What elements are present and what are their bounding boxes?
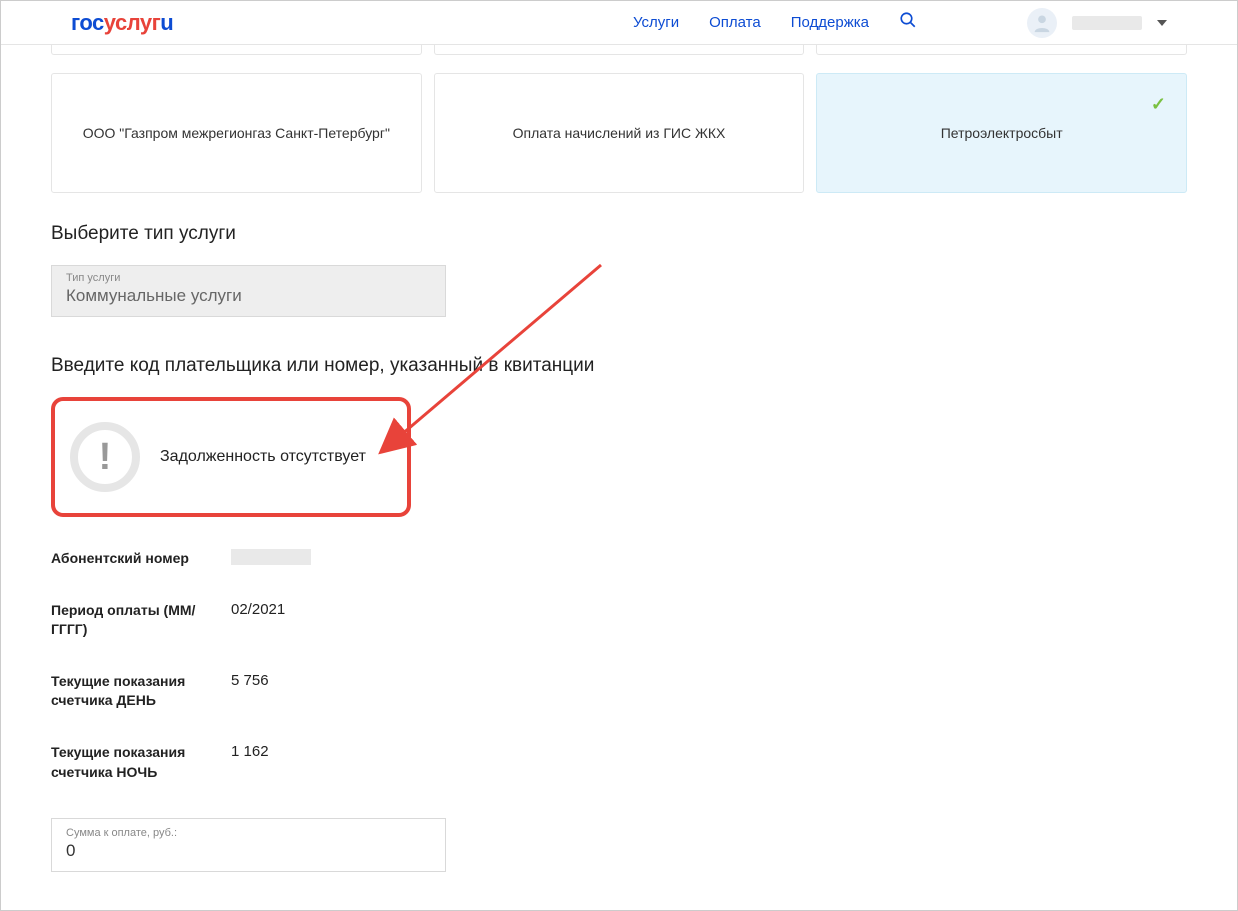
provider-label: ООО "Газпром межрегионгаз Санкт-Петербур… [83,125,390,141]
nav: Услуги Оплата Поддержка [633,11,917,34]
section-choose-type: Выберите тип услуги [51,223,1187,245]
provider-label: Петроэлектросбыт [941,125,1063,141]
amount-value: 0 [66,841,431,861]
alert-icon: ! [70,422,140,492]
header: госуслугu Услуги Оплата Поддержка [1,1,1237,45]
info-period: Период оплаты (ММ/ГГГГ) 02/2021 [51,601,1187,640]
amount-label: Сумма к оплате, руб.: [66,827,431,839]
no-debt-alert: ! Задолженность отсутствует [51,397,411,517]
providers-row: ООО "Газпром межрегионгаз Санкт-Петербур… [51,73,1187,193]
providers-row-prev-partial [51,45,1187,55]
app-frame: госуслугu Услуги Оплата Поддержка ООО [0,0,1238,911]
provider-stub [816,45,1187,55]
provider-card-petro[interactable]: ✓ Петроэлектросбыт [816,73,1187,193]
info-day: Текущие показания счетчика ДЕНЬ 5 756 [51,672,1187,711]
username-redacted [1072,16,1142,30]
logo-part-2: услуг [104,10,161,35]
day-label: Текущие показания счетчика ДЕНЬ [51,672,231,711]
nav-payment[interactable]: Оплата [709,14,761,31]
logo-part-3: u [160,10,173,35]
provider-stub [51,45,422,55]
provider-label: Оплата начислений из ГИС ЖКХ [513,125,726,141]
alert-text: Задолженность отсутствует [160,448,366,466]
exclamation-icon: ! [99,438,112,476]
logo-part-1: гос [71,10,104,35]
service-type-value: Коммунальные услуги [66,286,431,306]
day-value: 5 756 [231,672,269,711]
provider-card-gis[interactable]: Оплата начислений из ГИС ЖКХ [434,73,805,193]
provider-card-gazprom[interactable]: ООО "Газпром межрегионгаз Санкт-Петербур… [51,73,422,193]
period-value: 02/2021 [231,601,285,640]
amount-field[interactable]: Сумма к оплате, руб.: 0 [51,818,446,872]
avatar[interactable] [1027,8,1057,38]
info-subscriber: Абонентский номер [51,549,1187,569]
night-label: Текущие показания счетчика НОЧЬ [51,743,231,782]
subscriber-label: Абонентский номер [51,549,231,569]
provider-stub [434,45,805,55]
service-type-label: Тип услуги [66,272,431,284]
check-icon: ✓ [1151,94,1166,115]
user-menu-caret-icon[interactable] [1157,20,1167,26]
search-icon[interactable] [899,11,917,34]
info-night: Текущие показания счетчика НОЧЬ 1 162 [51,743,1187,782]
nav-services[interactable]: Услуги [633,14,679,31]
nav-support[interactable]: Поддержка [791,14,869,31]
user-area [1027,8,1167,38]
subscriber-value-redacted [231,549,311,565]
night-value: 1 162 [231,743,269,782]
annotation-arrow-icon [381,255,621,460]
period-label: Период оплаты (ММ/ГГГГ) [51,601,231,640]
content: ООО "Газпром межрегионгаз Санкт-Петербур… [1,45,1237,872]
logo[interactable]: госуслугu [71,10,173,36]
